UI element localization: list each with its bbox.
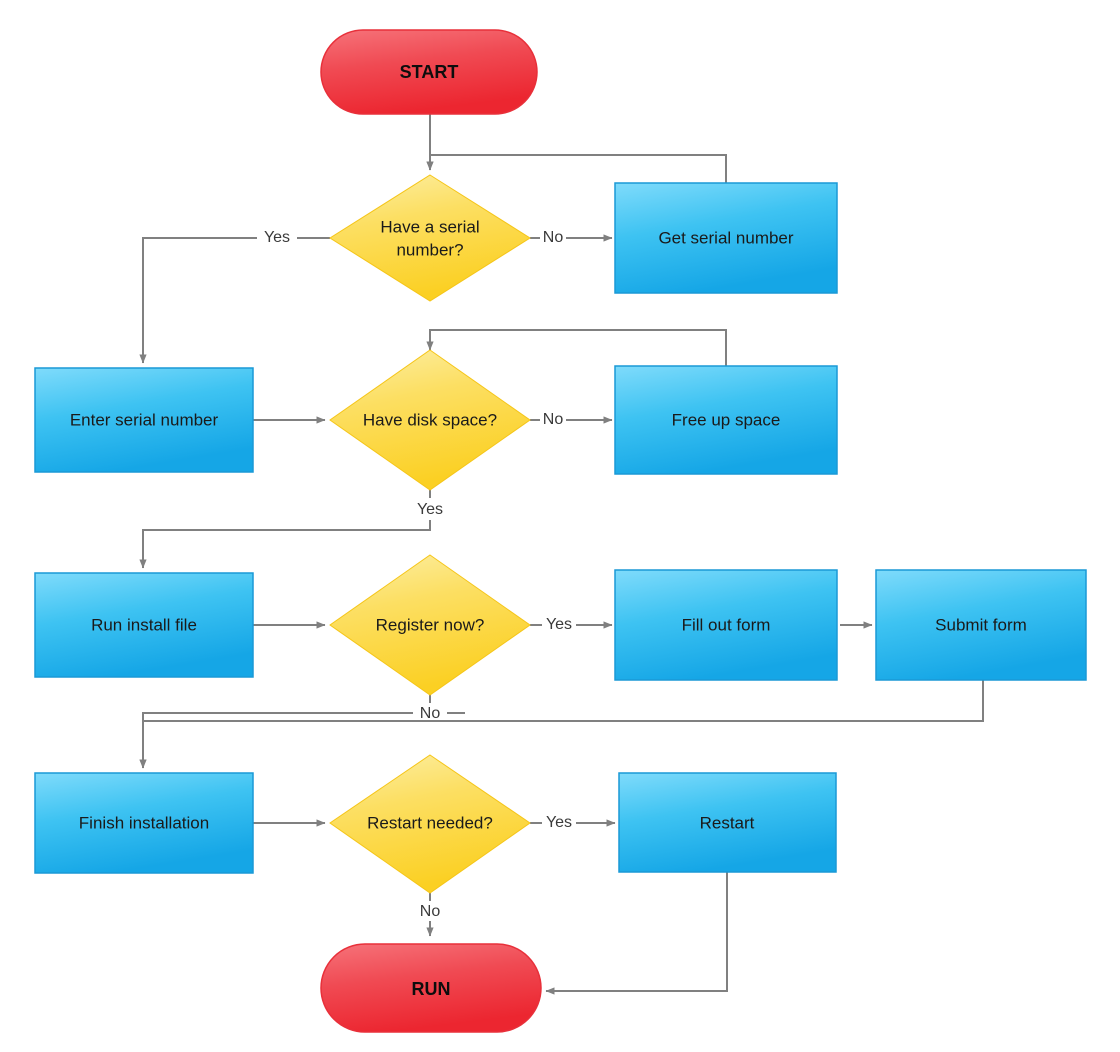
node-enter-serial[interactable]: Enter serial number xyxy=(34,367,254,473)
node-free-space[interactable]: Free up space xyxy=(614,365,838,475)
node-get-serial[interactable]: Get serial number xyxy=(614,182,838,294)
node-restart-q-label: Restart needed? xyxy=(367,813,493,832)
edge-restart-no: No xyxy=(420,893,441,937)
node-submit-form[interactable]: Submit form xyxy=(875,569,1087,681)
node-run-install[interactable]: Run install file xyxy=(34,572,254,678)
node-restart[interactable]: Restart xyxy=(618,772,837,873)
node-run-label: RUN xyxy=(412,979,451,999)
node-restart-label: Restart xyxy=(700,813,755,832)
edge-get-serial-back-to-have-serial xyxy=(426,154,727,183)
node-register[interactable]: Register now? xyxy=(329,554,531,696)
edge-free-space-back-to-disk-space xyxy=(426,329,727,366)
flowchart-svg: Get serial number --> No Enter serial nu… xyxy=(34,29,1087,1033)
edge-label-register-yes: Yes xyxy=(546,616,572,633)
flowchart-canvas: Get serial number --> No Enter serial nu… xyxy=(0,0,1120,1052)
node-run-install-label: Run install file xyxy=(91,615,197,634)
edge-submit-form-to-finish xyxy=(139,680,984,769)
node-start[interactable]: START xyxy=(320,29,538,115)
node-free-space-label: Free up space xyxy=(672,410,781,429)
edge-restart-to-run xyxy=(545,872,728,995)
node-enter-serial-label: Enter serial number xyxy=(70,410,219,429)
node-fill-form-label: Fill out form xyxy=(682,615,771,634)
edge-have-serial-yes: Yes xyxy=(139,229,330,364)
node-have-serial-label-line1: Have a serial xyxy=(380,217,479,236)
node-disk-space-label: Have disk space? xyxy=(363,410,497,429)
edge-label-restart-yes: Yes xyxy=(546,814,572,831)
edge-register-yes: Yes xyxy=(530,616,613,633)
node-have-serial-label-line2: number? xyxy=(396,240,463,259)
node-have-serial[interactable]: Have a serial number? xyxy=(329,174,531,302)
node-start-label: START xyxy=(400,62,459,82)
node-submit-form-label: Submit form xyxy=(935,615,1027,634)
node-register-label: Register now? xyxy=(376,615,485,634)
edge-register-no: No xyxy=(139,695,465,769)
node-disk-space[interactable]: Have disk space? xyxy=(329,349,531,491)
edge-label-register-no: No xyxy=(420,705,441,722)
edge-label-have-serial-yes: Yes xyxy=(264,229,290,246)
node-get-serial-label: Get serial number xyxy=(658,228,793,247)
edge-label-disk-space-no: No xyxy=(543,411,564,428)
node-finish[interactable]: Finish installation xyxy=(34,772,254,874)
node-restart-q[interactable]: Restart needed? xyxy=(329,754,531,894)
edge-disk-space-no: No xyxy=(530,411,613,428)
edge-restart-yes: Yes xyxy=(530,814,616,831)
node-run[interactable]: RUN xyxy=(320,943,542,1033)
edge-label-have-serial-no: No xyxy=(543,229,564,246)
edge-have-serial-no: No xyxy=(530,229,613,246)
edge-label-disk-space-yes: Yes xyxy=(417,501,443,518)
node-fill-form[interactable]: Fill out form xyxy=(614,569,838,681)
edge-label-restart-no: No xyxy=(420,903,441,920)
edge-disk-space-yes: Yes xyxy=(139,490,443,569)
node-finish-label: Finish installation xyxy=(79,813,209,832)
